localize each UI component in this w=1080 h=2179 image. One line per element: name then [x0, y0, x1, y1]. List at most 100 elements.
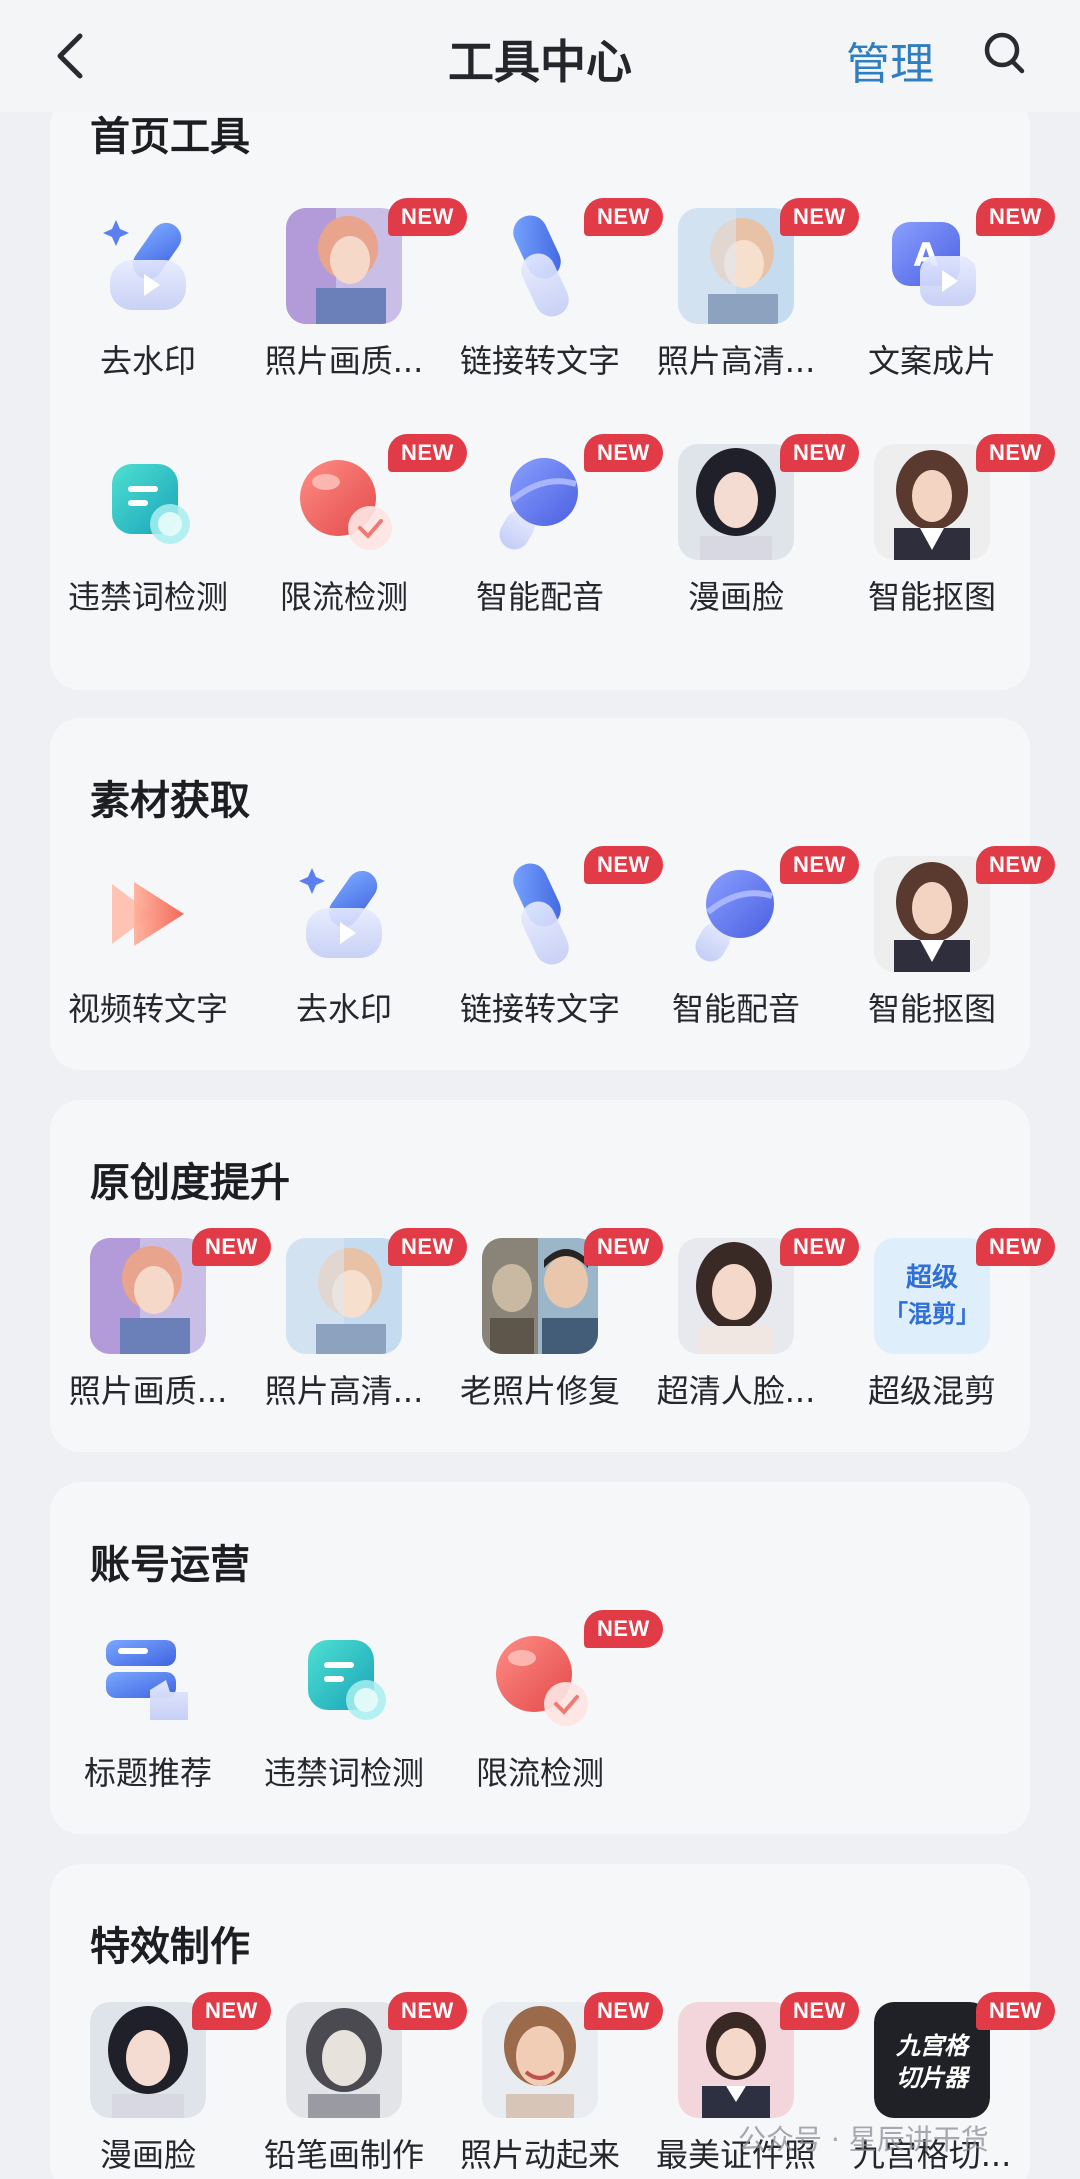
tool-photo-hd[interactable]: NEW 照片高清...	[246, 1228, 467, 1428]
tool-watermark-remove[interactable]: 去水印	[50, 208, 246, 398]
tool-label: 照片画质...	[264, 342, 424, 380]
top-bar: 工具中心 管理	[0, 0, 1080, 112]
tool-label: 去水印	[295, 990, 392, 1028]
section-title: 原创度提升	[90, 1160, 290, 1206]
hd-face-thumb: NEW	[678, 1228, 859, 1354]
new-badge: NEW	[976, 434, 1055, 472]
material-card: 素材获取 视频转文字 去水印 NEW 链接转文字 NEW 智能配音 NEW 智能…	[50, 718, 1055, 1070]
tool-video-to-text[interactable]: 视频转文字	[50, 856, 246, 1046]
tool-label: 视频转文字	[67, 990, 228, 1028]
section-title: 素材获取	[90, 778, 250, 824]
tool-old-photo-restore[interactable]: NEW 老照片修复	[442, 1228, 663, 1428]
tool-label: 铅笔画制作	[263, 2136, 424, 2174]
tool-animate-photo[interactable]: NEW 照片动起来	[442, 1992, 663, 2179]
tool-label: 超级混剪	[867, 1372, 996, 1410]
tool-banned-words[interactable]: 违禁词检测	[246, 1620, 442, 1810]
tool-label: 漫画脸	[99, 2136, 196, 2174]
tool-throttle-check[interactable]: NEW 限流检测	[246, 434, 467, 634]
watermark-remove-icon	[90, 208, 206, 324]
tool-smart-cutout[interactable]: NEW 智能抠图	[834, 846, 1055, 1046]
section-title: 首页工具	[90, 114, 250, 160]
tool-label: 标题推荐	[83, 1754, 212, 1792]
tool-label: 照片高清...	[656, 342, 816, 380]
tool-label: 超清人脸...	[656, 1372, 816, 1410]
smart-cutout-thumb: NEW	[874, 846, 1055, 972]
tool-label: 违禁词检测	[67, 578, 228, 616]
tool-label: 智能抠图	[867, 578, 996, 616]
id-photo-thumb: NEW	[678, 1992, 859, 2118]
search-icon	[984, 32, 1025, 74]
throttle-check-icon: NEW	[482, 1610, 663, 1736]
comic-face-thumb: NEW	[678, 434, 859, 560]
new-badge: NEW	[976, 1992, 1055, 2030]
photo-hd-thumb: NEW	[678, 198, 859, 324]
copy-to-video-icon: A NEW	[874, 198, 1055, 324]
tool-label: 违禁词检测	[263, 1754, 424, 1792]
pencil-sketch-thumb: NEW	[286, 1992, 467, 2118]
photo-quality-thumb: NEW	[286, 198, 467, 324]
super-mix-thumb: 超级 「混剪」 NEW	[874, 1228, 1055, 1354]
tool-banned-words[interactable]: 违禁词检测	[50, 444, 246, 634]
tool-label: 链接转文字	[459, 990, 620, 1028]
tool-label: 照片高清...	[264, 1372, 424, 1410]
section-title: 账号运营	[90, 1542, 250, 1588]
search-button[interactable]	[982, 28, 1026, 78]
account-card: 账号运营 标题推荐 违禁词检测 NEW 限流检测	[50, 1482, 1030, 1834]
link-to-text-icon: NEW	[482, 198, 663, 324]
tool-comic-face[interactable]: NEW 漫画脸	[50, 1992, 271, 2179]
smart-dubbing-icon: NEW	[482, 434, 663, 560]
banned-words-icon	[90, 444, 206, 560]
tool-smart-dubbing[interactable]: NEW 智能配音	[638, 846, 859, 1046]
watermark-remove-icon	[286, 856, 402, 972]
nine-grid-text-1: 九宫格	[895, 2032, 971, 2060]
tool-throttle-check[interactable]: NEW 限流检测	[442, 1610, 663, 1810]
title-recommend-icon	[90, 1620, 206, 1736]
link-to-text-icon: NEW	[482, 846, 663, 972]
tool-link-to-text[interactable]: NEW 链接转文字	[442, 846, 663, 1046]
nine-grid-text-2: 切片器	[896, 2064, 971, 2092]
super-mix-text-1: 超级	[906, 1262, 958, 1293]
watermark-text: 公众号 · 星辰讲干货	[738, 2123, 989, 2156]
smart-dubbing-icon: NEW	[678, 846, 859, 972]
tool-label: 去水印	[99, 342, 196, 380]
home-tools-card: 首页工具 去水印 NEW 照片画质... NEW 链接转文字 NEW 照片高清.…	[50, 96, 1055, 766]
tool-label: 文案成片	[867, 342, 996, 380]
throttle-check-icon: NEW	[286, 434, 467, 560]
tool-label: 链接转文字	[459, 342, 620, 380]
new-badge: NEW	[976, 846, 1055, 884]
tool-label: 智能配音	[671, 990, 800, 1028]
originality-card: 原创度提升 NEW 照片画质... NEW 照片高清... NEW 老照片修复 …	[50, 1100, 1055, 1452]
nine-grid-thumb: 九宫格 切片器 NEW	[874, 1992, 1055, 2118]
animate-photo-thumb: NEW	[482, 1992, 663, 2118]
banned-words-icon	[286, 1620, 402, 1736]
tool-comic-face[interactable]: NEW 漫画脸	[638, 434, 859, 634]
new-badge: NEW	[584, 1610, 663, 1648]
tool-title-recommend[interactable]: 标题推荐	[50, 1620, 246, 1810]
photo-quality-thumb: NEW	[90, 1228, 271, 1354]
comic-face-thumb: NEW	[90, 1992, 271, 2118]
tool-super-mix[interactable]: 超级 「混剪」 NEW 超级混剪	[834, 1228, 1055, 1428]
tool-label: 照片动起来	[459, 2136, 620, 2174]
tool-copy-to-video[interactable]: A NEW 文案成片	[834, 198, 1055, 398]
tool-photo-quality[interactable]: NEW 照片画质...	[246, 198, 467, 398]
tool-label: 照片画质...	[68, 1372, 228, 1410]
tool-watermark-remove[interactable]: 去水印	[246, 856, 442, 1046]
new-badge: NEW	[976, 1228, 1055, 1266]
smart-cutout-thumb: NEW	[874, 434, 1055, 560]
new-badge: NEW	[976, 198, 1055, 236]
tool-label: 限流检测	[279, 578, 408, 616]
tool-label: 限流检测	[475, 1754, 604, 1792]
tool-label: 智能抠图	[867, 990, 996, 1028]
tool-label: 漫画脸	[687, 578, 784, 616]
tool-smart-dubbing[interactable]: NEW 智能配音	[442, 434, 663, 634]
tool-label: 老照片修复	[459, 1372, 620, 1410]
tool-photo-hd[interactable]: NEW 照片高清...	[638, 198, 859, 398]
manage-button[interactable]: 管理	[846, 28, 934, 92]
tool-link-to-text[interactable]: NEW 链接转文字	[442, 198, 663, 398]
tool-photo-quality[interactable]: NEW 照片画质...	[50, 1228, 271, 1428]
section-title: 特效制作	[90, 1924, 250, 1970]
tool-hd-face[interactable]: NEW 超清人脸...	[638, 1228, 859, 1428]
old-photo-thumb: NEW	[482, 1228, 663, 1354]
tool-pencil-sketch[interactable]: NEW 铅笔画制作	[246, 1992, 467, 2179]
tool-smart-cutout[interactable]: NEW 智能抠图	[834, 434, 1055, 634]
